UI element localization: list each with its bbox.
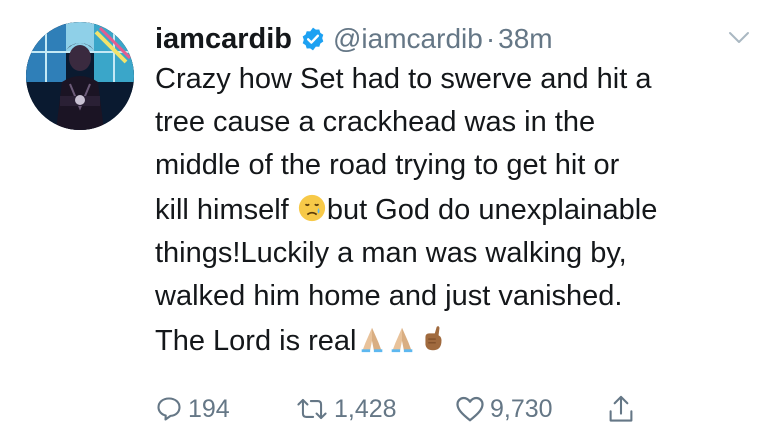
timestamp[interactable]: 38m [498,23,552,55]
retweet-icon [297,398,327,420]
tweet-text-line: middle of the road trying to get hit or [155,149,620,181]
tweet-text-line: The Lord is real [155,320,755,363]
folded-hands-emoji [391,327,412,353]
retweet-count: 1,428 [334,394,397,423]
profile-picture [26,22,134,130]
tweet-text-line: things!Luckily a man was walking by, [155,237,627,269]
sad-relieved-face-emoji [298,194,325,222]
folded-hands-emoji [361,327,382,353]
reply-button[interactable]: 194 [155,395,265,424]
tweet-text-line: walked him home and just vanished. [155,280,623,312]
tweet-text-line: kill himself but God do unexplainable [155,189,755,232]
hand-gesture-emoji [424,326,442,351]
tweet: iamcardib @iamcardib · 38m Crazy how Set… [0,0,768,442]
tweet-text-line: Crazy how Set had to swerve and hit a [155,63,652,95]
like-button[interactable]: 9,730 [455,395,585,424]
reply-icon [157,397,181,421]
share-icon [609,395,633,422]
separator-dot: · [485,23,496,54]
tweet-text-line: tree cause a crackhead was in the [155,106,596,138]
tweet-text-segment: but God do unexplainable [326,194,658,226]
tweet-text: Crazy how Set had to swerve and hit a tr… [155,58,755,363]
retweet-button[interactable]: 1,428 [295,395,455,424]
reply-count: 194 [188,394,230,423]
share-button[interactable] [607,394,635,424]
verified-badge-icon [302,27,324,51]
tweet-text-segment: The Lord is real [155,325,357,357]
handle[interactable]: @iamcardib [333,23,483,55]
avatar[interactable] [26,22,134,130]
tweet-text-segment: kill himself [155,194,289,226]
like-count: 9,730 [490,394,553,423]
heart-icon [456,396,484,422]
tweet-actions: 194 1,428 9,730 [155,392,635,426]
display-name[interactable]: iamcardib [155,23,292,56]
tweet-header: iamcardib @iamcardib · 38m [155,20,553,58]
chevron-down-icon[interactable] [727,30,751,46]
